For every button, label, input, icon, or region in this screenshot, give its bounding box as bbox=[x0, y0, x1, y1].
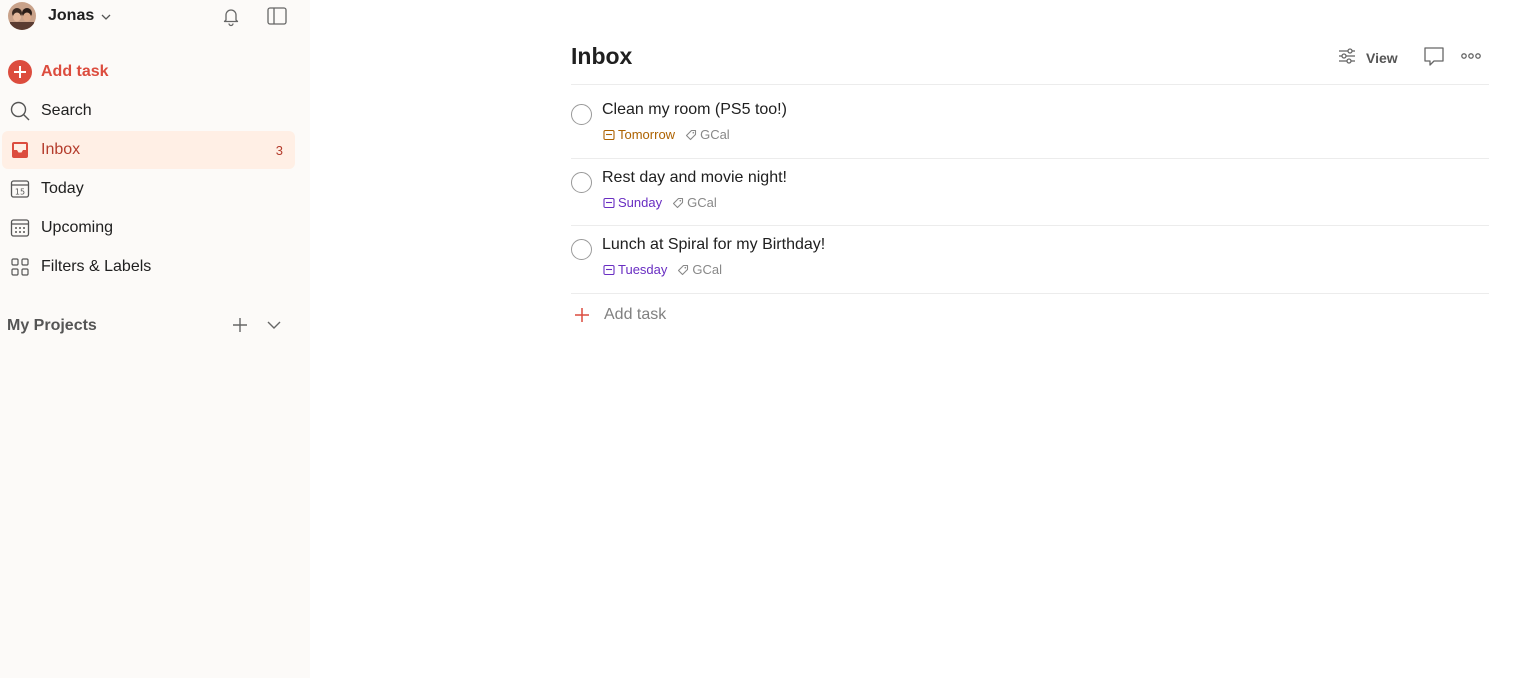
notifications-bell-icon[interactable] bbox=[219, 4, 243, 28]
task-checkbox[interactable] bbox=[571, 239, 592, 260]
task-row[interactable]: Lunch at Spiral for my Birthday! Tuesday… bbox=[571, 225, 1489, 291]
avatar bbox=[8, 2, 36, 30]
task-meta: Sunday GCal bbox=[603, 195, 717, 210]
page-title: Inbox bbox=[571, 43, 633, 69]
task-content: Lunch at Spiral for my Birthday! bbox=[602, 236, 826, 253]
sidebar-toggle-icon[interactable] bbox=[265, 4, 289, 28]
divider bbox=[571, 84, 1489, 85]
task-label[interactable]: GCal bbox=[677, 262, 722, 277]
sidebar-add-task-label: Add task bbox=[41, 63, 109, 80]
add-circle-icon bbox=[8, 60, 32, 84]
task-content: Rest day and movie night! bbox=[602, 169, 787, 186]
sidebar-item-label: Filters & Labels bbox=[41, 258, 152, 275]
svg-text:15: 15 bbox=[15, 188, 25, 197]
add-task-label: Add task bbox=[604, 306, 667, 323]
calendar-icon bbox=[603, 197, 615, 208]
calendar-today-icon: 15 bbox=[8, 177, 32, 201]
tag-icon bbox=[678, 264, 689, 275]
task-row[interactable]: Clean my room (PS5 too!) Tomorrow GCal bbox=[571, 90, 1489, 156]
calendar-icon bbox=[603, 129, 615, 140]
sidebar-item-filters-labels[interactable]: Filters & Labels bbox=[2, 248, 295, 286]
task-checkbox[interactable] bbox=[571, 104, 592, 125]
sidebar-item-today[interactable]: 15 Today bbox=[2, 170, 295, 208]
sliders-icon bbox=[1336, 45, 1358, 72]
calendar-grid-icon bbox=[8, 216, 32, 240]
inbox-icon bbox=[8, 138, 32, 162]
task-label[interactable]: GCal bbox=[685, 127, 730, 142]
comments-button[interactable] bbox=[1421, 44, 1447, 72]
sidebar-item-label: Today bbox=[41, 180, 84, 197]
more-horizontal-icon bbox=[1459, 44, 1483, 73]
task-due-date[interactable]: Tomorrow bbox=[603, 127, 675, 142]
add-project-icon[interactable] bbox=[228, 313, 252, 337]
more-options-button[interactable] bbox=[1458, 44, 1484, 72]
task-row[interactable]: Rest day and movie night! Sunday GCal bbox=[571, 158, 1489, 224]
task-label-text: GCal bbox=[692, 262, 723, 277]
view-label: View bbox=[1366, 50, 1398, 66]
sidebar: Jonas Add task Search Inbox 3 15 Today U… bbox=[0, 0, 310, 678]
task-label[interactable]: GCal bbox=[672, 195, 717, 210]
task-meta: Tomorrow GCal bbox=[603, 127, 730, 142]
sidebar-item-label: Inbox bbox=[41, 141, 81, 158]
add-task-button[interactable]: Add task bbox=[571, 302, 666, 328]
task-due-date[interactable]: Tuesday bbox=[603, 262, 667, 277]
divider bbox=[571, 293, 1489, 294]
my-projects-title: My Projects bbox=[7, 317, 97, 334]
task-due-label: Tomorrow bbox=[618, 127, 676, 142]
view-button[interactable]: View bbox=[1336, 44, 1398, 72]
task-due-date[interactable]: Sunday bbox=[603, 195, 662, 210]
comment-icon bbox=[1422, 44, 1446, 73]
grid-icon bbox=[8, 255, 32, 279]
inbox-count-badge: 3 bbox=[275, 142, 283, 158]
chevron-down-icon[interactable] bbox=[262, 313, 286, 337]
calendar-icon bbox=[603, 264, 615, 275]
user-menu-button[interactable]: Jonas bbox=[8, 2, 112, 30]
sidebar-item-label: Search bbox=[41, 102, 92, 119]
task-content: Clean my room (PS5 too!) bbox=[602, 101, 787, 118]
sidebar-item-search[interactable]: Search bbox=[2, 92, 295, 130]
task-due-label: Tuesday bbox=[618, 262, 668, 277]
task-label-text: GCal bbox=[700, 127, 730, 142]
task-checkbox[interactable] bbox=[571, 172, 592, 193]
task-label-text: GCal bbox=[687, 195, 717, 210]
user-name: Jonas bbox=[48, 7, 95, 24]
chevron-down-icon bbox=[100, 10, 112, 22]
plus-icon bbox=[571, 304, 593, 326]
task-meta: Tuesday GCal bbox=[603, 262, 722, 277]
tag-icon bbox=[673, 197, 684, 208]
sidebar-item-upcoming[interactable]: Upcoming bbox=[2, 209, 295, 247]
search-icon bbox=[8, 99, 32, 123]
sidebar-item-inbox[interactable]: Inbox 3 bbox=[2, 131, 295, 169]
sidebar-add-task-button[interactable]: Add task bbox=[2, 53, 295, 91]
sidebar-item-label: Upcoming bbox=[41, 219, 114, 236]
tag-icon bbox=[686, 129, 697, 140]
task-due-label: Sunday bbox=[618, 195, 663, 210]
